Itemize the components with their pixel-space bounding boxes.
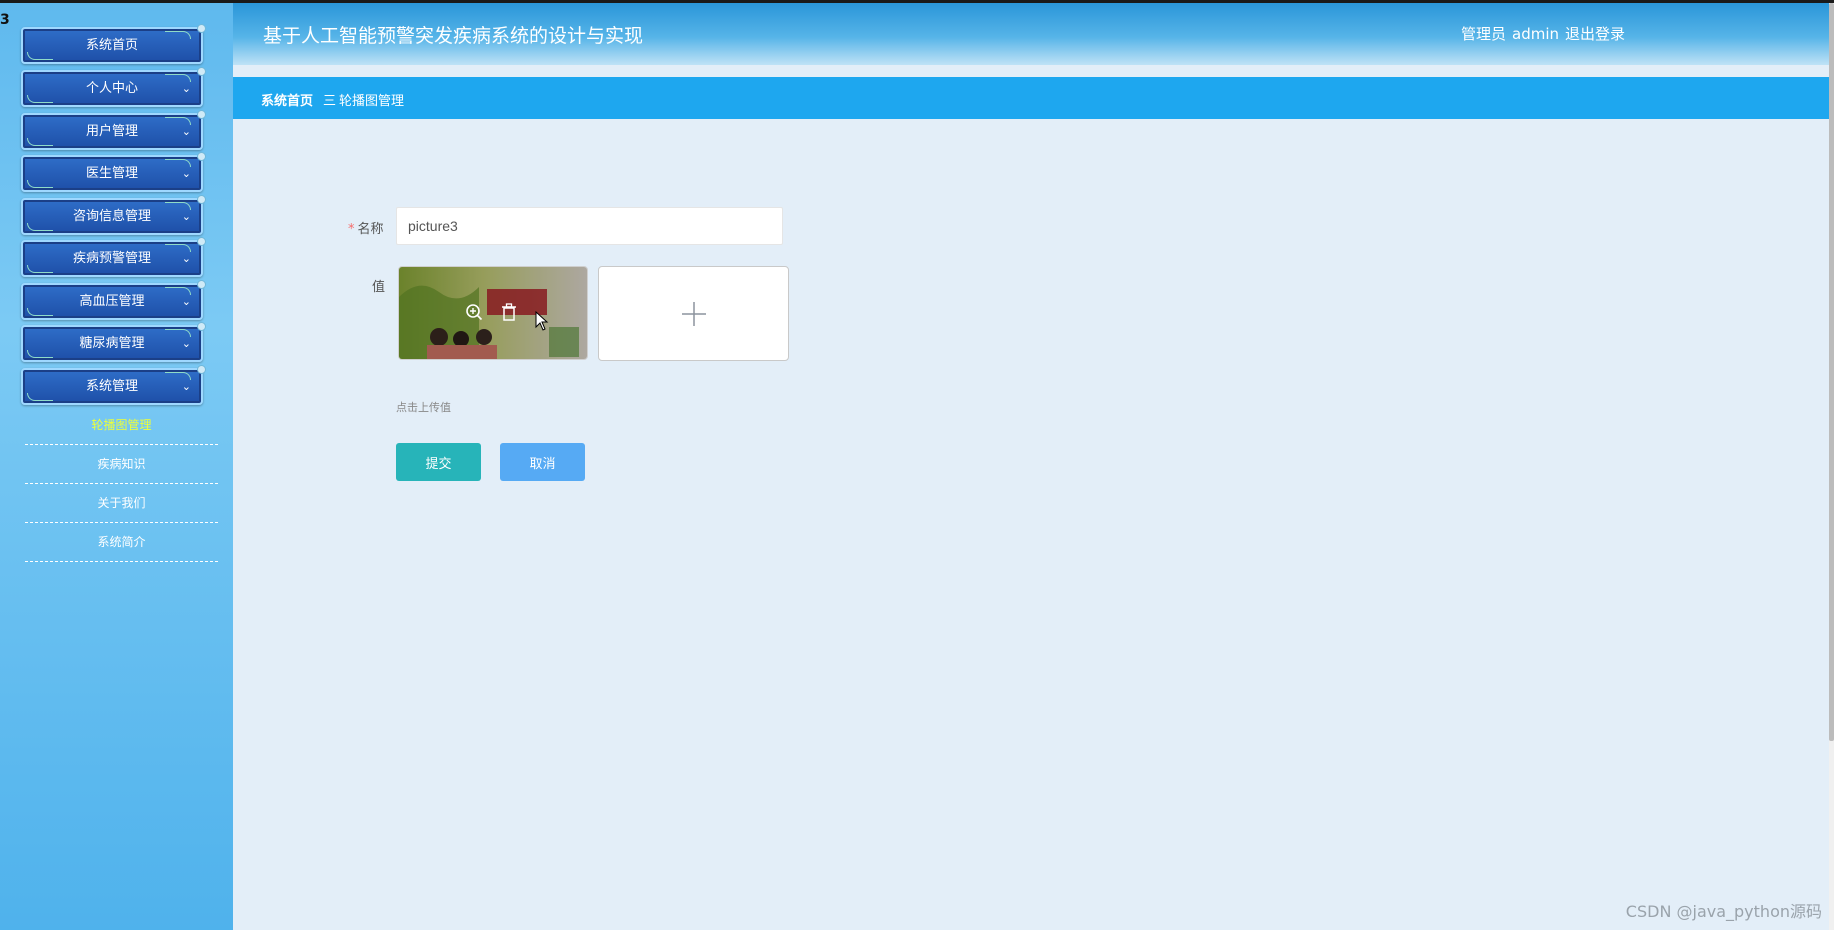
submenu-item-system-intro[interactable]: 系统简介: [25, 523, 218, 562]
ornament-icon: [27, 180, 53, 188]
corner-glyph: 3: [0, 12, 10, 28]
knob-icon: [197, 110, 206, 119]
ornament-icon: [27, 52, 53, 60]
ornament-icon: [27, 393, 53, 401]
ornament-icon: [27, 95, 53, 103]
upload-hint: 点击上传值: [396, 401, 451, 414]
name-label-text: 名称: [357, 222, 384, 237]
knob-icon: [197, 67, 206, 76]
user-role: 管理员: [1461, 25, 1507, 43]
sidebar-item-doctors[interactable]: 医生管理 ⌄: [21, 152, 206, 192]
sidebar-item-warning[interactable]: 疾病预警管理 ⌄: [21, 237, 206, 277]
zoom-in-icon[interactable]: [465, 303, 483, 321]
sidebar-item-label: 系统首页: [85, 38, 138, 53]
plus-icon: [682, 302, 706, 326]
thumbnail-hover-overlay: [399, 267, 587, 359]
submit-button[interactable]: 提交: [396, 443, 481, 481]
sidebar-item-home[interactable]: 系统首页: [21, 24, 206, 64]
sidebar-item-label: 个人中心: [85, 81, 138, 96]
required-mark: *: [348, 222, 355, 237]
sidebar-item-diabetes[interactable]: 糖尿病管理 ⌄: [21, 322, 206, 362]
ornament-icon: [27, 223, 53, 231]
ornament-icon: [27, 308, 53, 316]
mouse-cursor-icon: [535, 311, 549, 331]
chevron-down-icon: ⌄: [181, 295, 191, 308]
sidebar-item-system[interactable]: 系统管理 ⌄: [21, 365, 206, 405]
chevron-down-icon: ⌄: [181, 380, 191, 393]
page-title: 基于人工智能预警突发疾病系统的设计与实现: [263, 25, 644, 47]
name-input[interactable]: [396, 207, 783, 245]
uploaded-image-thumbnail[interactable]: [398, 266, 588, 360]
sidebar-item-label: 咨询信息管理: [72, 209, 151, 224]
breadcrumb: 系统首页 三 轮播图管理: [233, 77, 1829, 119]
chevron-down-icon: ⌄: [181, 82, 191, 95]
logout-link[interactable]: 退出登录: [1565, 25, 1625, 43]
sidebar-item-label: 糖尿病管理: [79, 336, 145, 351]
ornament-icon: [27, 138, 53, 146]
delete-icon[interactable]: [501, 303, 517, 321]
header: 基于人工智能预警突发疾病系统的设计与实现 管理员 admin 退出登录: [233, 3, 1829, 65]
sidebar-item-users[interactable]: 用户管理 ⌄: [21, 110, 206, 150]
system-submenu: 轮播图管理 疾病知识 关于我们 系统简介: [25, 406, 218, 562]
image-upload-button[interactable]: [598, 266, 789, 361]
user-area: 管理员 admin 退出登录: [1461, 23, 1631, 44]
knob-icon: [197, 280, 206, 289]
cancel-button[interactable]: 取消: [500, 443, 585, 481]
submenu-item-disease-knowledge[interactable]: 疾病知识: [25, 445, 218, 484]
knob-icon: [197, 237, 206, 246]
chevron-down-icon: ⌄: [181, 210, 191, 223]
ornament-icon: [27, 350, 53, 358]
chevron-down-icon: ⌄: [181, 337, 191, 350]
breadcrumb-separator: 三: [323, 94, 337, 109]
sidebar-item-label: 用户管理: [85, 124, 138, 139]
submenu-item-about-us[interactable]: 关于我们: [25, 484, 218, 523]
sidebar-item-hypertension[interactable]: 高血压管理 ⌄: [21, 280, 206, 320]
value-label: 值: [372, 280, 386, 295]
sidebar-item-profile[interactable]: 个人中心 ⌄: [21, 67, 206, 107]
sidebar-item-consult[interactable]: 咨询信息管理 ⌄: [21, 195, 206, 235]
knob-icon: [197, 365, 206, 374]
name-label: * 名称: [348, 218, 384, 237]
ornament-icon: [27, 265, 53, 273]
submenu-item-carousel[interactable]: 轮播图管理: [25, 406, 218, 445]
breadcrumb-current: 轮播图管理: [339, 94, 405, 109]
ornament-icon: [165, 31, 191, 39]
sidebar: 系统首页 个人中心 ⌄ 用户管理 ⌄ 医生管理 ⌄ 咨询信息管理 ⌄ 疾病预警管…: [0, 3, 233, 930]
sidebar-item-label: 疾病预警管理: [72, 251, 151, 266]
chevron-down-icon: ⌄: [181, 125, 191, 138]
knob-icon: [197, 322, 206, 331]
sidebar-item-label: 系统管理: [85, 379, 138, 394]
breadcrumb-home[interactable]: 系统首页: [261, 90, 313, 109]
watermark: CSDN @java_python源码: [1625, 902, 1822, 921]
chevron-down-icon: ⌄: [181, 252, 191, 265]
knob-icon: [197, 24, 206, 33]
chevron-down-icon: ⌄: [181, 167, 191, 180]
knob-icon: [197, 152, 206, 161]
scrollbar-thumb[interactable]: [1829, 3, 1834, 741]
username: admin: [1512, 25, 1560, 43]
knob-icon: [197, 195, 206, 204]
sidebar-item-label: 医生管理: [85, 166, 138, 181]
sidebar-item-label: 高血压管理: [79, 294, 145, 309]
